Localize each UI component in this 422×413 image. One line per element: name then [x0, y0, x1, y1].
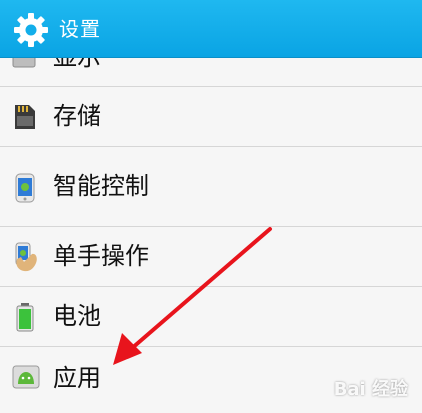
red-arrow-annotation — [113, 227, 272, 365]
watermark: Bai 经验 — [333, 379, 408, 400]
